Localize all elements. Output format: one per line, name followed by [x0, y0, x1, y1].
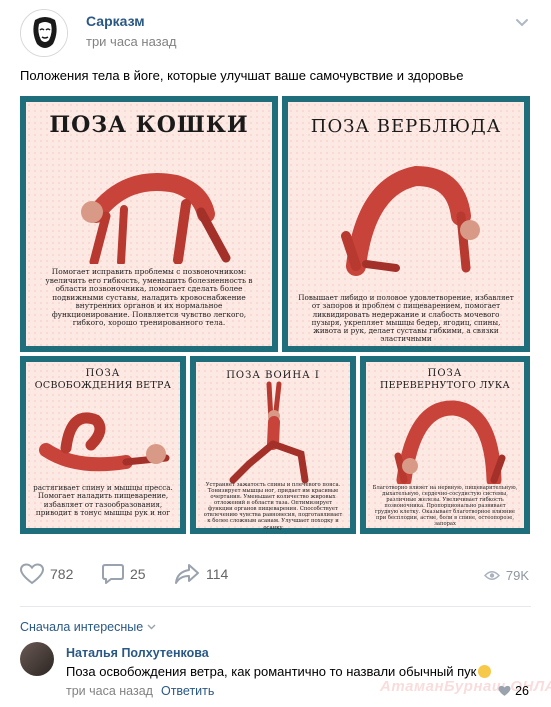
comment-count: 25	[130, 566, 146, 582]
reply-button[interactable]: Ответить	[161, 684, 214, 698]
image-cat-pose[interactable]: ПОЗА КОШКИ Помогает исправить проблемы с…	[20, 96, 278, 352]
post-actions: 782 25 114 79K	[0, 560, 551, 600]
card-description: растягивает спину и мышцы пресса. Помога…	[33, 483, 173, 517]
comment-meta: три часа назад Ответить	[66, 684, 214, 698]
image-camel-pose[interactable]: ПОЗА ВЕРБЛЮДА Повышает либидо и половое …	[282, 96, 530, 352]
anatomy-figure	[81, 173, 231, 264]
card-description: Повышает либидо и половое удовлетворение…	[298, 293, 514, 344]
comment-time[interactable]: три часа назад	[66, 684, 153, 698]
card-title: ПОЗА ВЕРБЛЮДА	[310, 116, 502, 137]
comment-button[interactable]: 25	[102, 560, 146, 588]
post-text: Положения тела в йоге, которые улучшат в…	[20, 68, 464, 83]
post-time[interactable]: три часа назад	[86, 34, 176, 49]
image-wind-release-pose[interactable]: ПОЗА ОСВОБОЖДЕНИЯ ВЕТРА растягивает спин…	[20, 356, 186, 534]
anatomy-figure	[394, 400, 506, 484]
comment-author[interactable]: Наталья Полхутенкова	[66, 646, 209, 660]
heart-icon	[20, 563, 44, 585]
chevron-down-icon	[147, 624, 156, 630]
share-count: 114	[206, 566, 229, 582]
card-title-line1: ПОЗА	[427, 368, 463, 379]
mask-icon	[21, 10, 67, 56]
card-title-line2: ПЕРЕВЕРНУТОГО ЛУКА	[380, 380, 510, 391]
chevron-down-icon[interactable]	[515, 18, 529, 28]
share-button[interactable]: 114	[174, 560, 228, 588]
share-icon	[175, 564, 199, 584]
sort-label: Сначала интересные	[20, 620, 144, 634]
card-title-line1: ПОЗА	[85, 368, 121, 379]
card-description: Помогает исправить проблемы с позвоночни…	[45, 267, 253, 328]
card-title: ПОЗА КОШКИ	[49, 112, 249, 138]
anatomy-figure	[341, 165, 480, 276]
anatomy-figure	[229, 381, 309, 484]
community-avatar[interactable]	[20, 9, 68, 57]
anatomy-figure	[39, 412, 170, 472]
card-description: Благотворно влияет на нервную, пищеварит…	[372, 485, 518, 527]
comment-like-button[interactable]: 26	[498, 684, 529, 698]
image-inverted-bow-pose[interactable]: ПОЗА ПЕРЕВЕРНУТОГО ЛУКА Благотворно влия…	[360, 356, 530, 534]
divider	[20, 606, 531, 607]
image-warrior-pose[interactable]: ПОЗА ВОИНА I Устраняет зажатость спины и…	[190, 356, 356, 534]
like-count: 782	[50, 566, 74, 582]
comment-text-body: Поза освобождения ветра, как романтично …	[66, 664, 477, 679]
comment-like-count: 26	[515, 684, 529, 698]
like-button[interactable]: 782	[20, 560, 73, 588]
comment-icon	[102, 564, 124, 584]
emoji-icon	[478, 665, 492, 678]
views-counter: 79K	[483, 568, 529, 583]
heart-icon	[498, 685, 511, 696]
card-description: Устраняет зажатость спины и плечевого по…	[203, 482, 343, 531]
card-title-line2: ОСВОБОЖДЕНИЯ ВЕТРА	[34, 380, 172, 391]
eye-icon	[483, 571, 500, 580]
comment-sort-dropdown[interactable]: Сначала интересные	[20, 620, 156, 634]
views-count: 79K	[505, 568, 529, 583]
post-author[interactable]: Сарказм	[86, 13, 145, 29]
post-header: Сарказм три часа назад	[0, 0, 551, 60]
image-grid: ПОЗА КОШКИ Помогает исправить проблемы с…	[20, 96, 530, 534]
comment-text: Поза освобождения ветра, как романтично …	[66, 664, 492, 679]
commenter-avatar[interactable]	[20, 642, 54, 676]
